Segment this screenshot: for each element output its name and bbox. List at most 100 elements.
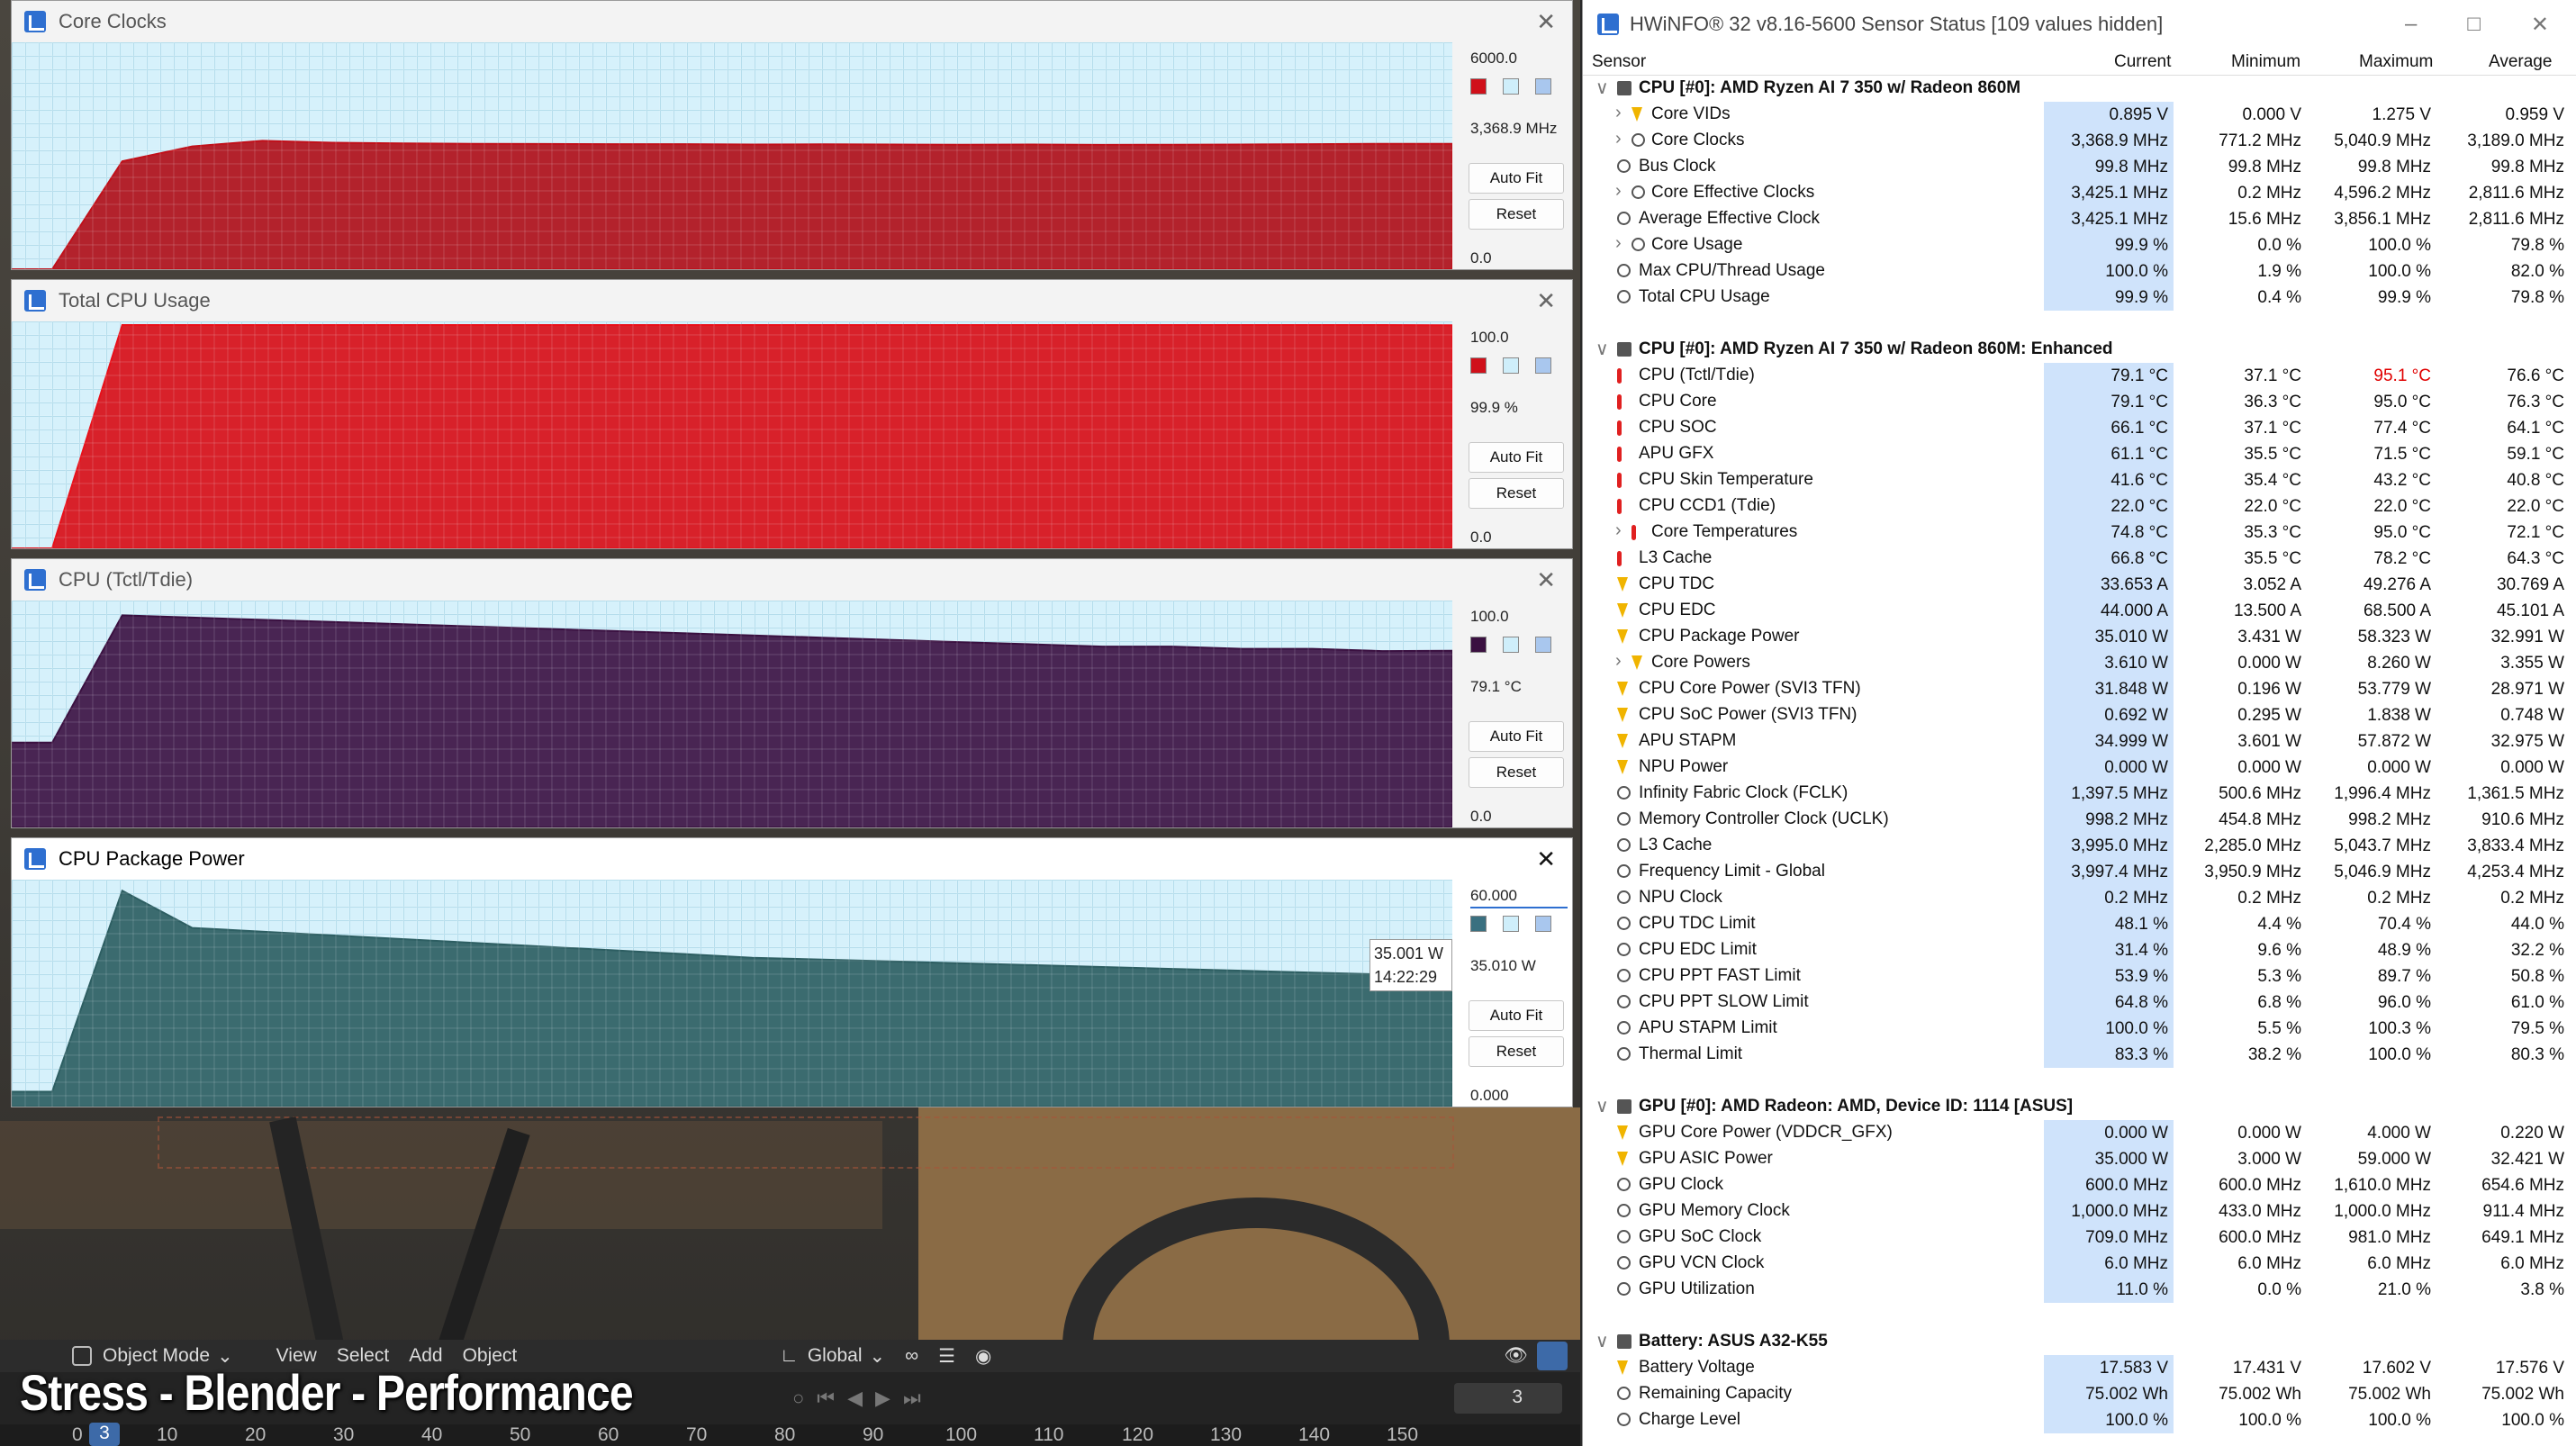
- graph-window-total-cpu-usage[interactable]: Total CPU Usage ✕ 100.0 99.9 % Auto Fit …: [11, 279, 1573, 549]
- collapse-chevron-icon[interactable]: ∨: [1595, 1095, 1609, 1117]
- jump-end-icon[interactable]: ⏭: [903, 1387, 921, 1410]
- color-swatch[interactable]: [1470, 78, 1487, 95]
- sensor-row[interactable]: GPU Memory Clock 1,000.0 MHz 433.0 MHz 1,00…: [1583, 1198, 2576, 1225]
- reset-button[interactable]: Reset: [1469, 1036, 1564, 1067]
- reset-button[interactable]: Reset: [1469, 199, 1564, 230]
- reset-button[interactable]: Reset: [1469, 478, 1564, 509]
- sensor-row[interactable]: APU GFX 61.1 °C 35.5 °C 71.5 °C 59.1 °C: [1583, 441, 2576, 467]
- sensor-row[interactable]: Total CPU Usage 99.9 % 0.4 % 99.9 % 79.8 %: [1583, 285, 2576, 311]
- auto-fit-button[interactable]: Auto Fit: [1469, 163, 1564, 194]
- expand-chevron-icon[interactable]: ›: [1615, 103, 1622, 123]
- sensor-row[interactable]: CPU TDC Limit 48.1 % 4.4 % 70.4 % 44.0 %: [1583, 911, 2576, 937]
- jump-start-icon[interactable]: ⏮: [817, 1387, 835, 1410]
- sensor-row[interactable]: GPU ASIC Power 35.000 W 3.000 W 59.000 W 32.…: [1583, 1146, 2576, 1172]
- sensor-row[interactable]: Charge Level 100.0 % 100.0 % 100.0 % 100.0 %: [1583, 1407, 2576, 1433]
- sensor-row[interactable]: CPU Skin Temperature 41.6 °C 35.4 °C 43.2 °…: [1583, 467, 2576, 493]
- color-swatch[interactable]: [1503, 916, 1519, 932]
- sensor-row[interactable]: Infinity Fabric Clock (FCLK) 1,397.5 MHz 5…: [1583, 781, 2576, 807]
- sensor-row[interactable]: Average Effective Clock 3,425.1 MHz 15.6 M…: [1583, 206, 2576, 232]
- color-swatch[interactable]: [1503, 78, 1519, 95]
- reset-button[interactable]: Reset: [1469, 757, 1564, 788]
- sensor-group-row[interactable]: ∨ Battery: ASUS A32-K55: [1583, 1329, 2576, 1355]
- sensor-row[interactable]: APU STAPM Limit 100.0 % 5.5 % 100.3 % 79.5 %: [1583, 1016, 2576, 1042]
- auto-fit-button[interactable]: Auto Fit: [1469, 721, 1564, 752]
- sensor-row[interactable]: GPU SoC Clock 709.0 MHz 600.0 MHz 981.0 MHz…: [1583, 1225, 2576, 1251]
- color-swatch[interactable]: [1470, 637, 1487, 653]
- sensor-row[interactable]: GPU VCN Clock 6.0 MHz 6.0 MHz 6.0 MHz 6.0 MH…: [1583, 1251, 2576, 1277]
- gizmo-toggle-button[interactable]: [1537, 1342, 1568, 1370]
- sensor-row[interactable]: NPU Power 0.000 W 0.000 W 0.000 W 0.000 W: [1583, 755, 2576, 781]
- visibility-icon[interactable]: 👁: [1504, 1345, 1528, 1367]
- close-icon[interactable]: ✕: [2531, 12, 2549, 38]
- sensor-row[interactable]: APU STAPM 34.999 W 3.601 W 57.872 W 32.975 W: [1583, 728, 2576, 755]
- sensor-row[interactable]: Memory Controller Clock (UCLK) 998.2 MHz 4…: [1583, 807, 2576, 833]
- sensor-row[interactable]: CPU PPT FAST Limit 53.9 % 5.3 % 89.7 % 50.8 …: [1583, 963, 2576, 990]
- prev-keyframe-icon[interactable]: ◀: [847, 1387, 863, 1410]
- sensor-row[interactable]: › Core Powers 3.610 W 0.000 W 8.260 W 3.355 W: [1583, 650, 2576, 676]
- sensor-row[interactable]: › Core Usage 99.9 % 0.0 % 100.0 % 79.8 %: [1583, 232, 2576, 258]
- current-frame-field[interactable]: 3: [1454, 1383, 1562, 1414]
- overlay-icon[interactable]: ◉: [975, 1345, 991, 1368]
- sensor-row[interactable]: CPU Package Power 35.010 W 3.431 W 58.323 W…: [1583, 624, 2576, 650]
- sensor-row[interactable]: CPU TDC 33.653 A 3.052 A 49.276 A 30.769 A: [1583, 572, 2576, 598]
- maximize-icon[interactable]: □: [2467, 12, 2481, 38]
- snap-icon[interactable]: ∞: [905, 1345, 918, 1367]
- sensor-row[interactable]: L3 Cache 66.8 °C 35.5 °C 78.2 °C 64.3 °C: [1583, 546, 2576, 572]
- sensor-row[interactable]: CPU (Tctl/Tdie) 79.1 °C 37.1 °C 95.1 °C 76.6…: [1583, 363, 2576, 389]
- sensor-row[interactable]: CPU SOC 66.1 °C 37.1 °C 77.4 °C 64.1 °C: [1583, 415, 2576, 441]
- auto-fit-button[interactable]: Auto Fit: [1469, 442, 1564, 473]
- expand-chevron-icon[interactable]: ›: [1615, 181, 1622, 202]
- graph-titlebar[interactable]: CPU Package Power ✕: [12, 838, 1572, 880]
- sensor-row[interactable]: Bus Clock 99.8 MHz 99.8 MHz 99.8 MHz 99.8 MH…: [1583, 154, 2576, 180]
- sensor-row[interactable]: CPU PPT SLOW Limit 64.8 % 6.8 % 96.0 % 61.0 …: [1583, 990, 2576, 1016]
- expand-chevron-icon[interactable]: ›: [1615, 129, 1622, 149]
- sensor-row[interactable]: CPU EDC 44.000 A 13.500 A 68.500 A 45.101 A: [1583, 598, 2576, 624]
- collapse-chevron-icon[interactable]: ∨: [1595, 1330, 1609, 1352]
- color-swatch[interactable]: [1535, 357, 1551, 374]
- color-swatch[interactable]: [1470, 916, 1487, 932]
- column-header-sensor[interactable]: Sensor: [1592, 52, 1646, 72]
- expand-chevron-icon[interactable]: ›: [1615, 651, 1622, 672]
- graph-titlebar[interactable]: Core Clocks ✕: [12, 1, 1572, 42]
- sensor-row[interactable]: › Core Effective Clocks 3,425.1 MHz 0.2 MHz…: [1583, 180, 2576, 206]
- sensor-row[interactable]: GPU Utilization 11.0 % 0.0 % 21.0 % 3.8 %: [1583, 1277, 2576, 1303]
- transform-orientation-dropdown[interactable]: ∟ Global ⌄: [780, 1345, 885, 1368]
- sensor-row[interactable]: › Core Clocks 3,368.9 MHz 771.2 MHz 5,040.9 …: [1583, 128, 2576, 154]
- color-swatch[interactable]: [1503, 357, 1519, 374]
- color-swatch[interactable]: [1535, 78, 1551, 95]
- sensor-row[interactable]: Frequency Limit - Global 3,997.4 MHz 3,950…: [1583, 859, 2576, 885]
- collapse-chevron-icon[interactable]: ∨: [1595, 338, 1609, 360]
- proportional-edit-icon[interactable]: ☰: [938, 1345, 955, 1368]
- close-icon[interactable]: ✕: [1536, 8, 1556, 36]
- column-header-average[interactable]: Average: [2489, 52, 2552, 72]
- column-header-minimum[interactable]: Minimum: [2231, 52, 2300, 72]
- graph-max-input[interactable]: 60.000: [1470, 887, 1568, 908]
- sensor-row[interactable]: CPU SoC Power (SVI3 TFN) 0.692 W 0.295 W 1.…: [1583, 702, 2576, 728]
- sensor-row[interactable]: › Core Temperatures 74.8 °C 35.3 °C 95.0 °C 7…: [1583, 520, 2576, 546]
- sensor-group-row[interactable]: ∨ CPU [#0]: AMD Ryzen AI 7 350 w/ Radeon …: [1583, 76, 2576, 102]
- graph-window-core-clocks[interactable]: Core Clocks ✕ 6000.0 3,368.9 MHz Auto Fi…: [11, 0, 1573, 270]
- close-icon[interactable]: ✕: [1536, 287, 1556, 315]
- close-icon[interactable]: ✕: [1536, 845, 1556, 873]
- sensor-row[interactable]: Remaining Capacity 75.002 Wh 75.002 Wh 75.0…: [1583, 1381, 2576, 1407]
- color-swatch[interactable]: [1535, 637, 1551, 653]
- collapse-chevron-icon[interactable]: ∨: [1595, 77, 1609, 99]
- sensor-row[interactable]: Thermal Limit 83.3 % 38.2 % 100.0 % 80.3 %: [1583, 1042, 2576, 1068]
- sensor-row[interactable]: CPU Core Power (SVI3 TFN) 31.848 W 0.196 W…: [1583, 676, 2576, 702]
- column-header-current[interactable]: Current: [2114, 52, 2171, 72]
- graph-window-cpu-tctl-tdie[interactable]: CPU (Tctl/Tdie) ✕ 100.0 79.1 °C Auto Fit…: [11, 558, 1573, 828]
- expand-chevron-icon[interactable]: ›: [1615, 233, 1622, 254]
- color-swatch[interactable]: [1503, 637, 1519, 653]
- graph-titlebar[interactable]: CPU (Tctl/Tdie) ✕: [12, 559, 1572, 601]
- sensor-row[interactable]: Max CPU/Thread Usage 100.0 % 1.9 % 100.0 % 8…: [1583, 258, 2576, 285]
- color-swatch[interactable]: [1535, 916, 1551, 932]
- auto-fit-button[interactable]: Auto Fit: [1469, 1000, 1564, 1031]
- hwinfo-titlebar[interactable]: HWiNFO® 32 v8.16-5600 Sensor Status [109…: [1583, 0, 2576, 49]
- column-header-maximum[interactable]: Maximum: [2359, 52, 2433, 72]
- close-icon[interactable]: ✕: [1536, 566, 1556, 594]
- sensor-row[interactable]: CPU CCD1 (Tdie) 22.0 °C 22.0 °C 22.0 °C 22.0…: [1583, 493, 2576, 520]
- sensor-group-row[interactable]: ∨ CPU [#0]: AMD Ryzen AI 7 350 w/ Radeon …: [1583, 337, 2576, 363]
- minimize-icon[interactable]: –: [2405, 12, 2417, 38]
- sensor-row[interactable]: GPU Clock 600.0 MHz 600.0 MHz 1,610.0 MHz 65…: [1583, 1172, 2576, 1198]
- color-swatch[interactable]: [1470, 357, 1487, 374]
